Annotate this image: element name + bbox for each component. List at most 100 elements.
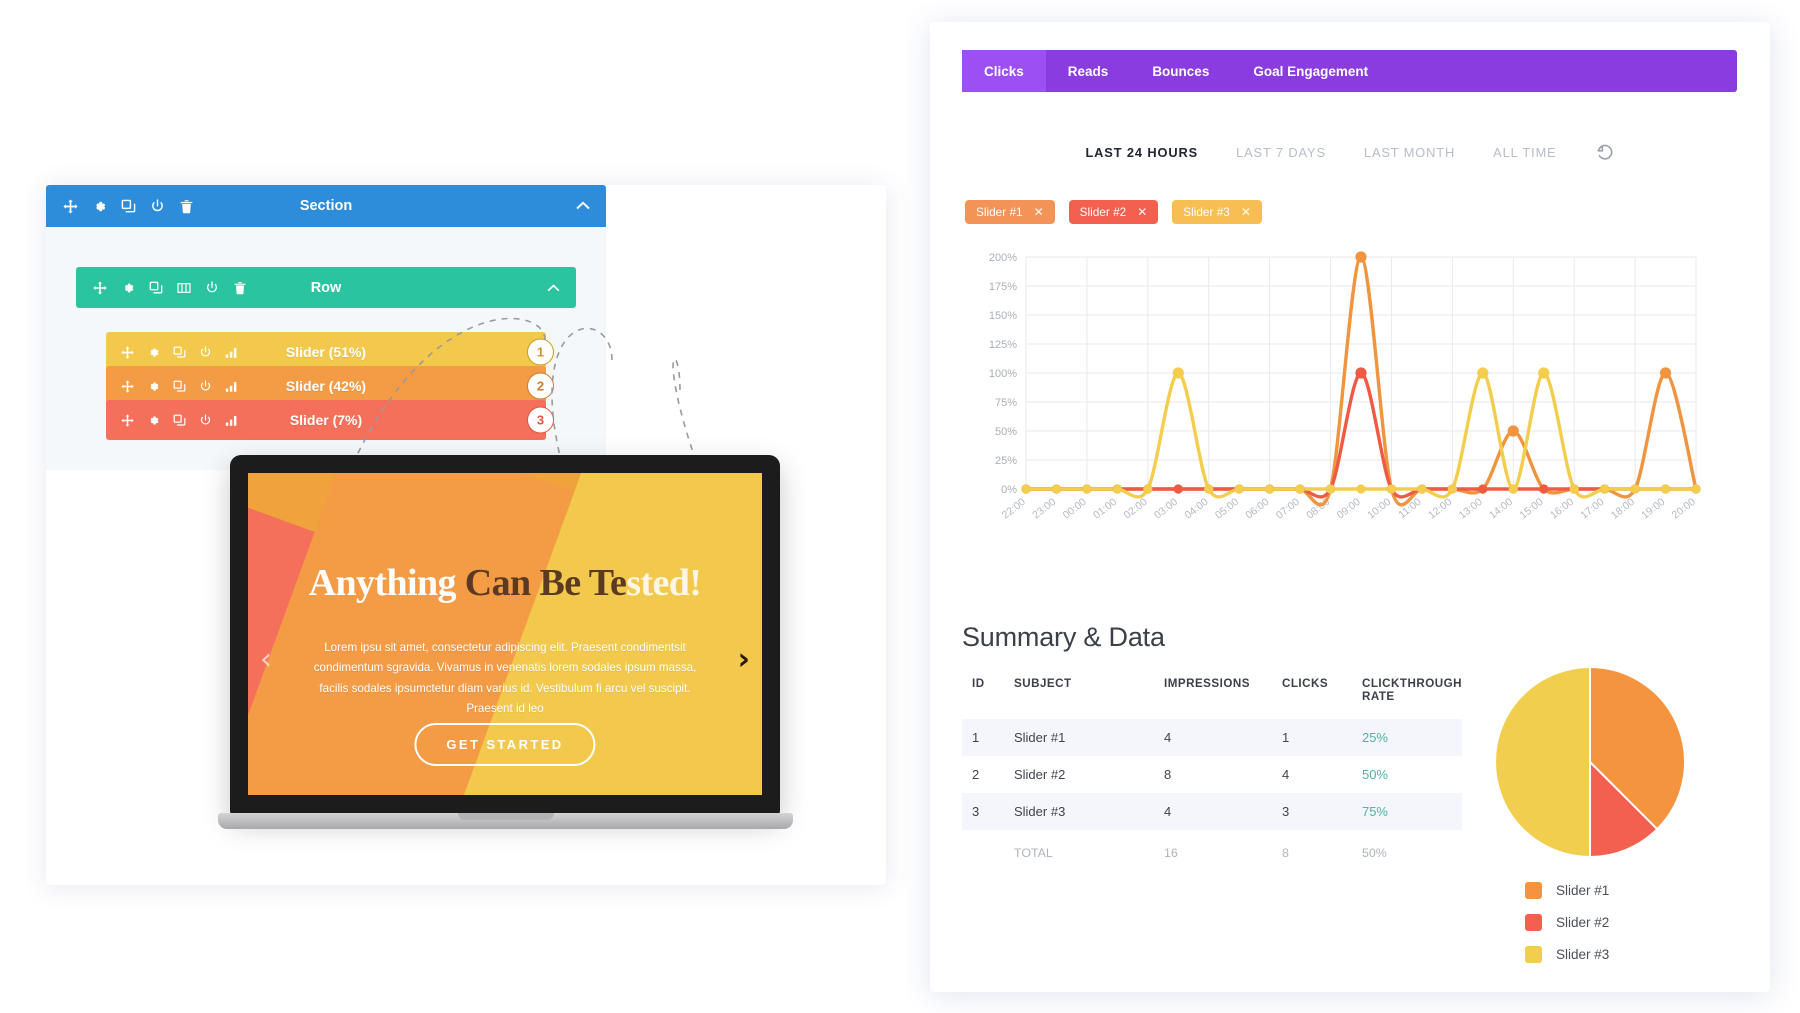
close-icon[interactable]: ✕ (1241, 205, 1251, 219)
table-row[interactable]: 3 Slider #3 4 3 75% (962, 793, 1462, 830)
range-all-time[interactable]: ALL TIME (1493, 145, 1556, 160)
svg-text:150%: 150% (989, 310, 1017, 322)
date-range-selector: LAST 24 HOURS LAST 7 DAYS LAST MONTH ALL… (962, 132, 1737, 172)
chip-slider-3[interactable]: Slider #3 ✕ (1172, 200, 1262, 224)
svg-text:175%: 175% (989, 281, 1017, 293)
legend-label: Slider #1 (1556, 883, 1610, 898)
laptop-mockup: Anything Can Be Tested! Lorem ipsu sit a… (218, 455, 793, 860)
laptop-notch (457, 813, 554, 820)
svg-text:20:00: 20:00 (1670, 496, 1698, 522)
legend-item-slider-1[interactable]: Slider #1 (1525, 882, 1609, 899)
svg-text:09:00: 09:00 (1335, 496, 1363, 522)
chevron-left-icon[interactable]: ‹ (260, 645, 272, 675)
cell-id: 2 (972, 767, 980, 782)
cta-label-part-2: TED (530, 737, 564, 752)
cell-id: 3 (972, 804, 980, 819)
svg-text:03:00: 03:00 (1152, 496, 1180, 522)
col-id: ID (972, 677, 985, 690)
slide-heading-part-2: Can Be Te (455, 562, 627, 604)
cell-impressions: 4 (1163, 730, 1172, 745)
get-started-button[interactable]: GET STARTED (414, 723, 596, 766)
cell-clicks: 3 (1281, 804, 1290, 819)
summary-table: ID SUBJECT IMPRESSIONS CLICKS CLICKTHROU… (962, 677, 1462, 871)
svg-text:50%: 50% (995, 426, 1017, 438)
cell-clicks: 4 (1281, 767, 1290, 782)
clicks-line-chart[interactable]: 0% 25% 50% 75% 100% 125% 150% 175% 200% 22:00 23:0… (970, 247, 1710, 567)
row-toolbar (76, 280, 247, 295)
close-icon[interactable]: ✕ (1034, 205, 1044, 219)
series-filter-chips: Slider #1 ✕ Slider #2 ✕ Slider #3 ✕ (965, 200, 1262, 224)
gear-icon[interactable] (92, 199, 107, 214)
legend-item-slider-3[interactable]: Slider #3 (1525, 946, 1609, 963)
svg-text:19:00: 19:00 (1639, 496, 1667, 522)
section-bar[interactable]: Section (46, 185, 606, 227)
legend-item-slider-2[interactable]: Slider #2 (1525, 914, 1609, 931)
chip-slider-2[interactable]: Slider #2 ✕ (1068, 200, 1159, 224)
move-icon[interactable] (93, 280, 107, 295)
slide-heading-part-3: sted! (626, 562, 702, 604)
duplicate-icon[interactable] (149, 281, 163, 295)
svg-text:12:00: 12:00 (1426, 496, 1454, 522)
svg-text:04:00: 04:00 (1182, 496, 1210, 522)
duplicate-icon[interactable] (121, 199, 136, 214)
chevron-right-icon[interactable]: › (738, 645, 750, 675)
power-icon[interactable] (205, 280, 219, 295)
chevron-up-icon[interactable] (547, 279, 560, 297)
gear-icon[interactable] (121, 281, 135, 295)
range-last-month[interactable]: LAST MONTH (1364, 145, 1455, 160)
chip-slider-1[interactable]: Slider #1 ✕ (965, 200, 1055, 224)
table-row[interactable]: 1 Slider #1 4 1 25% (962, 719, 1462, 756)
total-ctr: 50% (1361, 846, 1387, 860)
svg-text:02:00: 02:00 (1122, 496, 1150, 522)
summary-title: Summary & Data (962, 622, 1165, 652)
chip-label: Slider #3 (1183, 205, 1230, 219)
table-row[interactable]: 2 Slider #2 8 4 50% (962, 756, 1462, 793)
trash-icon[interactable] (233, 281, 247, 295)
cta-label-part-1: GET STAR (446, 737, 531, 752)
svg-text:06:00: 06:00 (1243, 496, 1271, 522)
module-label: Slider (51%) (285, 344, 367, 360)
analytics-panel: Clicks Reads Bounces Goal Engagement LAS… (930, 22, 1770, 992)
trash-icon[interactable] (179, 199, 194, 214)
svg-text:16:00: 16:00 (1548, 496, 1576, 522)
svg-text:25%: 25% (995, 455, 1017, 467)
pie-legend: Slider #1 Slider #2 Slider #3 (1525, 882, 1609, 978)
svg-text:18:00: 18:00 (1609, 496, 1637, 522)
slider-preview[interactable]: Anything Can Be Tested! Lorem ipsu sit a… (248, 473, 762, 795)
svg-text:15:00: 15:00 (1517, 496, 1545, 522)
reset-icon[interactable] (1595, 143, 1614, 162)
col-subject: SUBJECT (1013, 677, 1072, 690)
legend-swatch (1525, 946, 1542, 963)
legend-label: Slider #3 (1556, 947, 1610, 962)
cell-impressions: 8 (1163, 767, 1172, 782)
svg-text:00:00: 00:00 (1061, 496, 1089, 522)
columns-icon[interactable] (177, 281, 191, 295)
power-icon[interactable] (150, 198, 165, 214)
col-impressions: IMPRESSIONS (1163, 677, 1250, 690)
range-last-24-hours[interactable]: LAST 24 HOURS (1085, 145, 1198, 160)
module-label: Slider (42%) (285, 378, 367, 394)
chip-label: Slider #2 (1079, 205, 1127, 219)
row-bar[interactable]: Row (76, 267, 576, 308)
cell-clicks: 1 (1281, 730, 1290, 745)
clicks-pie-chart[interactable] (1490, 662, 1690, 862)
svg-text:0%: 0% (1001, 484, 1017, 496)
tab-goal-engagement[interactable]: Goal Engagement (1231, 50, 1390, 92)
tab-clicks[interactable]: Clicks (962, 50, 1046, 92)
move-icon[interactable] (63, 198, 78, 214)
module-label: Slider (7%) (289, 412, 363, 428)
module-slider-3[interactable]: Slider (7%) 3 (106, 400, 554, 440)
tab-reads[interactable]: Reads (1046, 50, 1131, 92)
svg-text:200%: 200% (989, 252, 1017, 264)
tab-bounces[interactable]: Bounces (1130, 50, 1231, 92)
cell-subject: Slider #2 (1013, 767, 1066, 782)
total-label: TOTAL (1013, 846, 1053, 860)
chevron-up-icon[interactable] (576, 197, 590, 215)
svg-text:13:00: 13:00 (1457, 496, 1485, 522)
cell-impressions: 4 (1163, 804, 1172, 819)
range-last-7-days[interactable]: LAST 7 DAYS (1236, 145, 1326, 160)
module-badge: 3 (527, 406, 554, 434)
legend-swatch (1525, 914, 1542, 931)
section-toolbar (46, 198, 194, 214)
close-icon[interactable]: ✕ (1137, 205, 1147, 219)
